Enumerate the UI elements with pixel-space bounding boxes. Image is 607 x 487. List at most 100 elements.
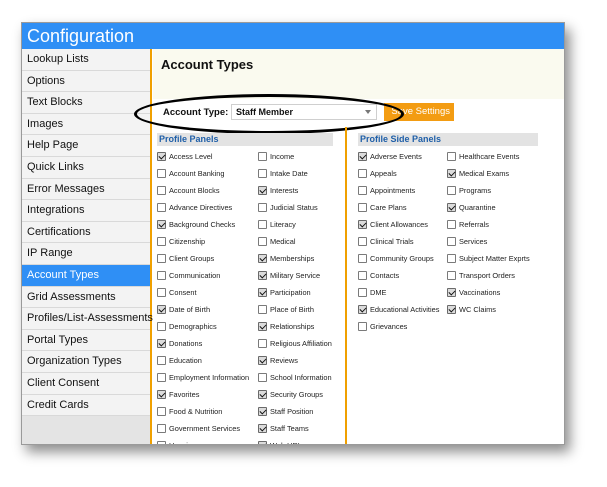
checkbox-unchecked[interactable] <box>358 203 367 212</box>
checkbox-row[interactable]: Vaccinations <box>447 284 538 301</box>
checkbox-row[interactable]: Communication <box>157 267 258 284</box>
checkbox-row[interactable]: Religious Affiliation <box>258 335 333 352</box>
checkbox-row[interactable]: Community Groups <box>358 250 447 267</box>
checkbox-checked[interactable] <box>258 254 267 263</box>
checkbox-row[interactable]: Quarantine <box>447 199 538 216</box>
checkbox-row[interactable]: Services <box>447 233 538 250</box>
checkbox-row[interactable]: Contacts <box>358 267 447 284</box>
checkbox-row[interactable]: Subject Matter Exprts <box>447 250 538 267</box>
checkbox-row[interactable]: Housing <box>157 437 258 444</box>
checkbox-row[interactable]: Referrals <box>447 216 538 233</box>
checkbox-row[interactable]: Appeals <box>358 165 447 182</box>
sidebar-item-account-types[interactable]: Account Types <box>22 264 150 287</box>
checkbox-unchecked[interactable] <box>157 322 166 331</box>
checkbox-checked[interactable] <box>258 322 267 331</box>
checkbox-row[interactable]: Healthcare Events <box>447 148 538 165</box>
checkbox-unchecked[interactable] <box>258 220 267 229</box>
checkbox-row[interactable]: Clinical Trials <box>358 233 447 250</box>
checkbox-unchecked[interactable] <box>358 271 367 280</box>
checkbox-checked[interactable] <box>447 305 456 314</box>
checkbox-checked[interactable] <box>447 288 456 297</box>
checkbox-unchecked[interactable] <box>258 373 267 382</box>
checkbox-row[interactable]: Government Services <box>157 420 258 437</box>
checkbox-unchecked[interactable] <box>157 407 166 416</box>
checkbox-unchecked[interactable] <box>258 152 267 161</box>
sidebar-item-error-messages[interactable]: Error Messages <box>22 178 150 201</box>
checkbox-unchecked[interactable] <box>358 186 367 195</box>
checkbox-row[interactable]: Food & Nutrition <box>157 403 258 420</box>
checkbox-row[interactable]: Education <box>157 352 258 369</box>
checkbox-unchecked[interactable] <box>258 237 267 246</box>
sidebar-item-ip-range[interactable]: IP Range <box>22 243 150 265</box>
checkbox-unchecked[interactable] <box>157 288 166 297</box>
sidebar-item-credit-cards[interactable]: Credit Cards <box>22 394 150 417</box>
checkbox-row[interactable]: Reviews <box>258 352 333 369</box>
checkbox-checked[interactable] <box>258 186 267 195</box>
checkbox-unchecked[interactable] <box>157 424 166 433</box>
checkbox-checked[interactable] <box>157 390 166 399</box>
checkbox-checked[interactable] <box>157 305 166 314</box>
checkbox-row[interactable]: Employment Information <box>157 369 258 386</box>
checkbox-row[interactable]: Account Banking <box>157 165 258 182</box>
checkbox-row[interactable]: Interests <box>258 182 333 199</box>
checkbox-row[interactable]: Staff Teams <box>258 420 333 437</box>
sidebar-item-text-blocks[interactable]: Text Blocks <box>22 92 150 114</box>
sidebar-item-options[interactable]: Options <box>22 70 150 93</box>
checkbox-row[interactable]: Consent <box>157 284 258 301</box>
checkbox-row[interactable]: Military Service <box>258 267 333 284</box>
sidebar-item-client-consent[interactable]: Client Consent <box>22 372 150 395</box>
checkbox-row[interactable]: DME <box>358 284 447 301</box>
checkbox-row[interactable]: Access Level <box>157 148 258 165</box>
checkbox-unchecked[interactable] <box>447 186 456 195</box>
checkbox-unchecked[interactable] <box>157 169 166 178</box>
checkbox-row[interactable]: Educational Activities <box>358 301 447 318</box>
checkbox-row[interactable]: Adverse Events <box>358 148 447 165</box>
checkbox-row[interactable]: Grievances <box>358 318 447 335</box>
checkbox-row[interactable]: Literacy <box>258 216 333 233</box>
sidebar-item-profiles-list-assessments[interactable]: Profiles/List-Assessments <box>22 308 153 330</box>
checkbox-checked[interactable] <box>258 441 267 444</box>
checkbox-row[interactable]: Web URL <box>258 437 333 444</box>
checkbox-unchecked[interactable] <box>258 305 267 314</box>
checkbox-row[interactable]: Programs <box>447 182 538 199</box>
checkbox-unchecked[interactable] <box>258 339 267 348</box>
sidebar-item-integrations[interactable]: Integrations <box>22 200 150 222</box>
checkbox-checked[interactable] <box>258 390 267 399</box>
checkbox-checked[interactable] <box>157 152 166 161</box>
checkbox-unchecked[interactable] <box>358 322 367 331</box>
sidebar-item-organization-types[interactable]: Organization Types <box>22 351 150 373</box>
checkbox-row[interactable]: Appointments <box>358 182 447 199</box>
checkbox-row[interactable]: Favorites <box>157 386 258 403</box>
checkbox-row[interactable]: Donations <box>157 335 258 352</box>
checkbox-row[interactable]: Background Checks <box>157 216 258 233</box>
checkbox-checked[interactable] <box>358 305 367 314</box>
sidebar-item-quick-links[interactable]: Quick Links <box>22 156 150 179</box>
checkbox-row[interactable]: Account Blocks <box>157 182 258 199</box>
checkbox-checked[interactable] <box>358 152 367 161</box>
checkbox-row[interactable]: Care Plans <box>358 199 447 216</box>
checkbox-unchecked[interactable] <box>447 220 456 229</box>
checkbox-checked[interactable] <box>258 271 267 280</box>
checkbox-unchecked[interactable] <box>358 254 367 263</box>
sidebar-item-portal-types[interactable]: Portal Types <box>22 329 150 352</box>
sidebar-item-certifications[interactable]: Certifications <box>22 221 150 244</box>
checkbox-unchecked[interactable] <box>157 203 166 212</box>
checkbox-row[interactable]: Relationships <box>258 318 333 335</box>
checkbox-unchecked[interactable] <box>447 152 456 161</box>
checkbox-unchecked[interactable] <box>157 271 166 280</box>
checkbox-row[interactable]: Security Groups <box>258 386 333 403</box>
checkbox-row[interactable]: Demographics <box>157 318 258 335</box>
checkbox-row[interactable]: Medical <box>258 233 333 250</box>
checkbox-unchecked[interactable] <box>358 237 367 246</box>
checkbox-row[interactable]: Staff Position <box>258 403 333 420</box>
checkbox-row[interactable]: Judicial Status <box>258 199 333 216</box>
save-settings-button[interactable]: Save Settings <box>384 103 454 121</box>
checkbox-row[interactable]: Intake Date <box>258 165 333 182</box>
checkbox-unchecked[interactable] <box>447 254 456 263</box>
checkbox-unchecked[interactable] <box>447 237 456 246</box>
sidebar-item-images[interactable]: Images <box>22 113 150 136</box>
checkbox-checked[interactable] <box>258 356 267 365</box>
checkbox-unchecked[interactable] <box>157 356 166 365</box>
checkbox-row[interactable]: Date of Birth <box>157 301 258 318</box>
checkbox-checked[interactable] <box>157 220 166 229</box>
